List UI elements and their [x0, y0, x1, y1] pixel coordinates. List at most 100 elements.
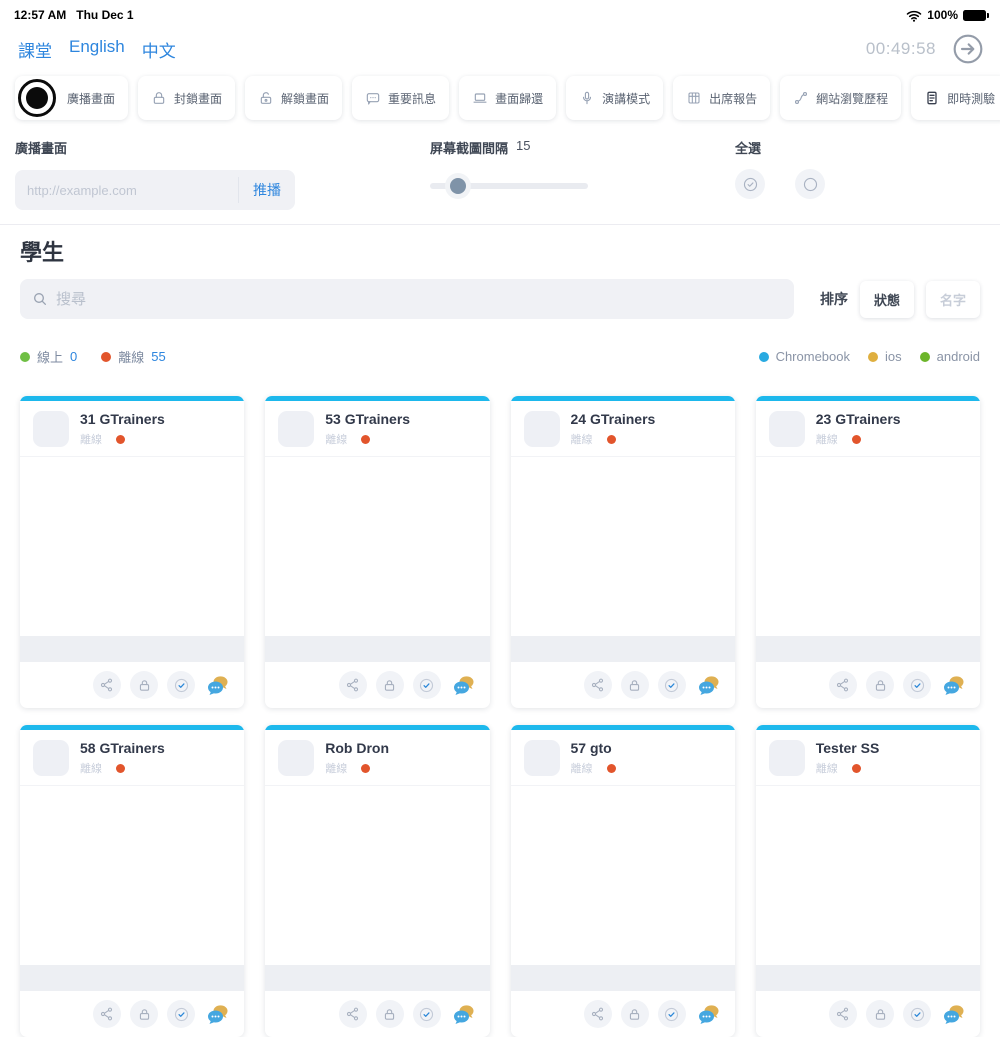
interval-slider[interactable]: [430, 183, 588, 189]
interval-label: 屏幕截圖間隔: [430, 138, 508, 157]
card-band: [756, 965, 980, 991]
student-status: 離線: [80, 760, 102, 776]
student-name: 23 GTrainers: [816, 410, 901, 428]
card-band: [20, 636, 244, 662]
student-status: 離線: [816, 760, 838, 776]
select-student-button[interactable]: [167, 671, 195, 699]
exit-button[interactable]: [952, 33, 984, 65]
select-student-button[interactable]: [413, 671, 441, 699]
message-student-button[interactable]: [940, 671, 968, 699]
sort-by-status-button[interactable]: 狀態: [860, 281, 914, 318]
share-icon: [590, 677, 606, 693]
check-circle-icon: [742, 176, 759, 193]
chat-bubbles-icon: [206, 1003, 230, 1025]
wifi-icon: [906, 9, 922, 22]
card-header: 24 GTrainers 離線: [511, 401, 735, 457]
share-screen-button[interactable]: [829, 1000, 857, 1028]
history-flow-icon: [793, 90, 809, 106]
lock-icon: [137, 1007, 152, 1022]
message-student-button[interactable]: [204, 671, 232, 699]
student-card[interactable]: Tester SS 離線: [756, 725, 980, 1037]
offline-count: 55: [151, 349, 165, 364]
select-student-button[interactable]: [658, 671, 686, 699]
message-student-button[interactable]: [450, 671, 478, 699]
important-message-button[interactable]: 重要訊息: [352, 76, 449, 120]
share-screen-button[interactable]: [93, 1000, 121, 1028]
student-name: 53 GTrainers: [325, 410, 410, 428]
unlock-screen-button[interactable]: 解鎖畫面: [245, 76, 342, 120]
chat-bubbles-icon: [206, 674, 230, 696]
message-student-button[interactable]: [695, 1000, 723, 1028]
legend-row: 線上 0 離線 55 Chromebook ios android: [20, 347, 980, 366]
select-all-button[interactable]: [735, 169, 765, 199]
select-student-button[interactable]: [413, 1000, 441, 1028]
lecture-mode-button[interactable]: 演講模式: [566, 76, 663, 120]
lock-student-button[interactable]: [130, 671, 158, 699]
share-screen-button[interactable]: [339, 671, 367, 699]
message-student-button[interactable]: [204, 1000, 232, 1028]
microphone-icon: [579, 90, 595, 106]
lock-icon: [627, 1007, 642, 1022]
lock-student-button[interactable]: [621, 671, 649, 699]
interval-slider-thumb[interactable]: [450, 178, 466, 194]
broadcast-group: 廣播畫面 推播: [15, 138, 295, 210]
browsing-history-button[interactable]: 網站瀏覽歷程: [780, 76, 901, 120]
card-footer: [756, 991, 980, 1037]
card-band: [265, 965, 489, 991]
laptop-icon: [472, 90, 488, 106]
share-screen-button[interactable]: [829, 671, 857, 699]
share-screen-button[interactable]: [93, 671, 121, 699]
search-icon: [32, 291, 48, 307]
student-card[interactable]: 24 GTrainers 離線: [511, 396, 735, 708]
student-card[interactable]: 53 GTrainers 離線: [265, 396, 489, 708]
card-header: 58 GTrainers 離線: [20, 730, 244, 786]
lock-student-button[interactable]: [866, 671, 894, 699]
nav-english[interactable]: English: [69, 37, 125, 62]
student-card[interactable]: 58 GTrainers 離線: [20, 725, 244, 1037]
select-student-button[interactable]: [903, 671, 931, 699]
interval-group: 屏幕截圖間隔 15: [430, 138, 588, 189]
select-student-button[interactable]: [167, 1000, 195, 1028]
student-card[interactable]: 31 GTrainers 離線: [20, 396, 244, 708]
sort-by-name-button[interactable]: 名字: [926, 281, 980, 318]
broadcast-url-input[interactable]: [15, 183, 238, 198]
student-card[interactable]: 23 GTrainers 離線: [756, 396, 980, 708]
lock-student-button[interactable]: [130, 1000, 158, 1028]
message-student-button[interactable]: [695, 671, 723, 699]
search-input[interactable]: [56, 291, 782, 308]
interval-value: 15: [516, 138, 530, 157]
nav-classroom[interactable]: 課堂: [18, 37, 52, 62]
select-student-button[interactable]: [903, 1000, 931, 1028]
student-card[interactable]: 57 gto 離線: [511, 725, 735, 1037]
screen-return-button[interactable]: 畫面歸還: [459, 76, 556, 120]
nav-chinese[interactable]: 中文: [142, 37, 176, 62]
share-screen-button[interactable]: [584, 671, 612, 699]
broadcast-screen-button[interactable]: 廣播畫面: [15, 76, 128, 120]
lock-student-button[interactable]: [866, 1000, 894, 1028]
battery-icon: [963, 10, 986, 21]
select-student-button[interactable]: [658, 1000, 686, 1028]
push-button[interactable]: 推播: [238, 177, 295, 203]
lock-student-button[interactable]: [621, 1000, 649, 1028]
screen-preview: [756, 786, 980, 965]
attendance-report-button[interactable]: 出席報告: [673, 76, 770, 120]
instant-quiz-button[interactable]: 即時測驗: [911, 76, 1000, 120]
lock-icon: [382, 678, 397, 693]
student-card[interactable]: Rob Dron 離線: [265, 725, 489, 1037]
student-status: 離線: [571, 431, 593, 447]
lock-student-button[interactable]: [376, 671, 404, 699]
deselect-all-button[interactable]: [795, 169, 825, 199]
card-footer: [511, 991, 735, 1037]
lock-screen-button[interactable]: 封鎖畫面: [138, 76, 235, 120]
message-student-button[interactable]: [450, 1000, 478, 1028]
share-icon: [835, 677, 851, 693]
share-screen-button[interactable]: [584, 1000, 612, 1028]
student-name: 58 GTrainers: [80, 739, 165, 757]
message-student-button[interactable]: [940, 1000, 968, 1028]
share-screen-button[interactable]: [339, 1000, 367, 1028]
card-band: [511, 965, 735, 991]
chat-bubbles-icon: [452, 674, 476, 696]
lock-student-button[interactable]: [376, 1000, 404, 1028]
offline-status-dot-icon: [852, 764, 861, 773]
lock-icon: [873, 678, 888, 693]
